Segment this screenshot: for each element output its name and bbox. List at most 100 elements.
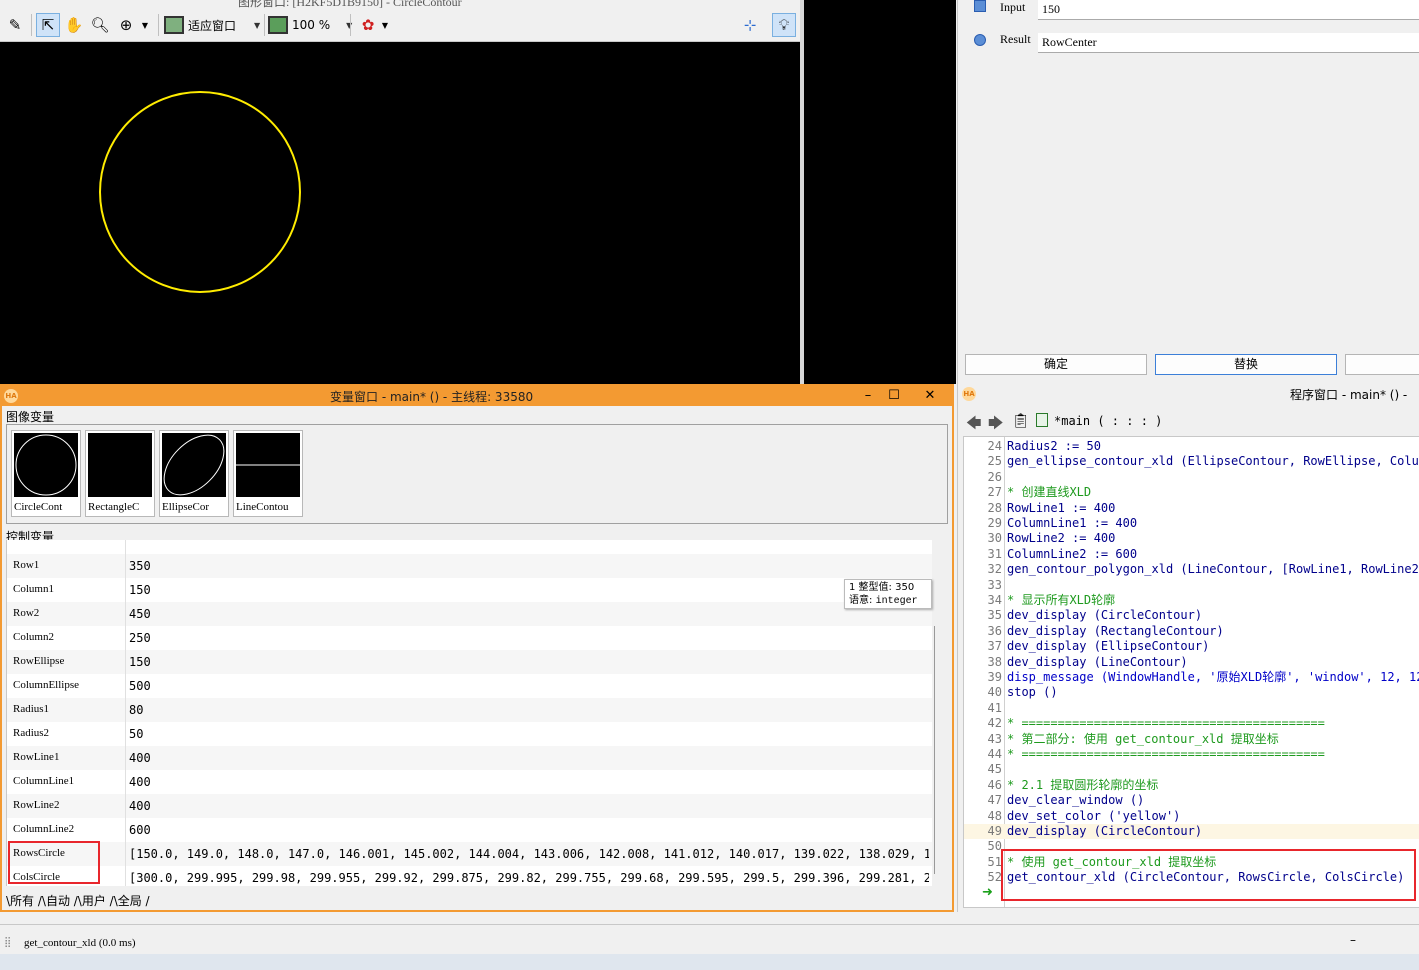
magnifier-icon[interactable]: 🔍︎ (88, 13, 112, 37)
line-number: 29 (987, 516, 1002, 530)
input-field[interactable]: 150 (1038, 0, 1419, 20)
code-text: ColumnLine2 := 600 (1007, 546, 1138, 561)
fit-window-combo[interactable]: 适应窗口 ▼ (164, 14, 260, 36)
code-text: dev_display (CircleContour) (1007, 824, 1203, 838)
variable-value: [150.0, 149.0, 148.0, 147.0, 146.001, 14… (129, 847, 929, 861)
back-arrow-icon[interactable]: 🡄 (966, 413, 982, 438)
variable-row[interactable]: RowEllipse 150 (7, 650, 932, 674)
variable-name: RowEllipse (13, 655, 65, 667)
variable-row[interactable]: ColumnLine2 600 (7, 818, 932, 842)
code-text: * 第二部分: 使用 get_contour_xld 提取坐标 (1007, 731, 1279, 746)
line-number: 32 (987, 562, 1002, 577)
thumbnail-circle-contour[interactable]: CircleCont (11, 430, 81, 517)
variable-row[interactable]: Radius2 50 (7, 722, 932, 746)
code-line[interactable]: 37 dev_display (EllipseContour) (964, 639, 1419, 654)
code-line[interactable]: 30 RowLine2 := 400 (964, 531, 1419, 546)
code-line[interactable]: 32 gen_contour_polygon_xld (LineContour, … (964, 562, 1419, 577)
code-line[interactable]: 39 disp_message (WindowHandle, '原始XLD轮廓',… (964, 670, 1419, 685)
variable-row[interactable]: ColumnEllipse 500 (7, 674, 932, 698)
variable-value: 350 (129, 559, 151, 573)
code-line[interactable]: 25 gen_ellipse_contour_xld (EllipseContou… (964, 454, 1419, 469)
code-line[interactable]: 40 stop () (964, 685, 1419, 700)
minimize-icon[interactable]: – (857, 387, 879, 405)
tooltip-semantic-label: 语意: (849, 595, 873, 606)
graphics-window-title-bar: 图形窗口: [H2KF5D1B9150] - CircleContour (0, 0, 800, 8)
code-line[interactable]: 36 dev_display (RectangleContour) (964, 624, 1419, 639)
variable-row[interactable]: RowLine2 400 (7, 794, 932, 818)
maximize-icon[interactable]: ☐ (883, 387, 905, 405)
code-line[interactable]: 44 * ====================================… (964, 747, 1419, 762)
code-line[interactable]: 34 * 显示所有XLD轮廓 (964, 593, 1419, 608)
axes-icon[interactable]: ⊹ (738, 13, 762, 37)
code-line[interactable]: 42 * ====================================… (964, 716, 1419, 731)
code-text: gen_ellipse_contour_xld (EllipseContour,… (1007, 454, 1419, 469)
code-line[interactable]: 49 dev_display (CircleContour) (964, 824, 1419, 839)
variable-row[interactable]: ColumnLine1 400 (7, 770, 932, 794)
variable-row[interactable]: Column2 250 (7, 626, 932, 650)
highlight-box (1001, 849, 1416, 901)
variable-row[interactable]: Column1 150 (7, 578, 932, 602)
variable-row[interactable]: ColsCircle [300.0, 299.995, 299.98, 299.9… (7, 866, 932, 886)
code-line[interactable]: 33 (964, 578, 1419, 593)
iconic-variables-group: CircleCont RectangleC EllipseCor LineCon… (6, 424, 948, 524)
code-line[interactable]: 24 Radius2 := 50 (964, 439, 1419, 454)
variable-window-title-bar: HA 变量窗口 - main* () - 主线程: 33580 – ☐ ✕ (2, 386, 952, 406)
code-line[interactable]: 41 (964, 701, 1419, 716)
code-line[interactable]: 28 RowLine1 := 400 (964, 501, 1419, 516)
code-line[interactable]: 43 * 第二部分: 使用 get_contour_xld 提取坐标 (964, 732, 1419, 747)
variable-name: Radius2 (13, 727, 50, 739)
thumbnail-line-contour[interactable]: LineContou (233, 430, 303, 517)
graphics-window-title: 图形窗口: [H2KF5D1B9150] - CircleContour (238, 0, 462, 8)
code-line[interactable]: 48 dev_set_color ('yellow') (964, 809, 1419, 824)
code-line[interactable]: 46 * 2.1 提取圆形轮廓的坐标 (964, 778, 1419, 793)
code-line[interactable]: 27 * 创建直线XLD (964, 485, 1419, 500)
extra-button[interactable] (1345, 354, 1419, 375)
graphics-canvas[interactable] (0, 42, 800, 384)
pointer-icon[interactable]: ⇱ (36, 13, 60, 37)
thumbnail-caption: CircleCont (14, 501, 63, 513)
code-line[interactable]: 35 dev_display (CircleContour) (964, 608, 1419, 623)
thumbnail-caption: LineContou (236, 501, 289, 513)
code-line[interactable]: 26 (964, 470, 1419, 485)
line-number: 31 (987, 546, 1002, 561)
variable-row[interactable]: Row1 350 (7, 554, 932, 578)
chevron-down-icon[interactable]: ▼ (138, 13, 152, 37)
line-number: 49 (987, 824, 1002, 838)
minimize-icon[interactable]: – (1350, 933, 1356, 947)
variable-row[interactable]: RowsCircle [150.0, 149.0, 148.0, 147.0, 1… (7, 842, 932, 866)
ok-button[interactable]: 确定 (965, 354, 1147, 375)
circle-contour-display (99, 91, 301, 293)
chevron-down-icon[interactable]: ▼ (378, 13, 392, 37)
variable-row[interactable]: Row2 450 (7, 602, 932, 626)
close-icon[interactable]: ✕ (919, 387, 941, 405)
thumbnail-ellipse-contour[interactable]: EllipseCor (159, 430, 229, 517)
thumbnail-rectangle-contour[interactable]: RectangleC (85, 430, 155, 517)
code-line[interactable]: 38 dev_display (LineContour) (964, 655, 1419, 670)
forward-arrow-icon[interactable]: 🡆 (988, 413, 1004, 438)
variable-value: 150 (129, 583, 151, 597)
replace-button[interactable]: 替换 (1155, 354, 1337, 375)
code-line[interactable]: 47 dev_clear_window () (964, 793, 1419, 808)
code-editor[interactable]: 24 Radius2 := 50 25 gen_ellipse_contour_xld… (963, 436, 1419, 908)
variable-row[interactable]: RowLine1 400 (7, 746, 932, 770)
pencil-icon[interactable]: ✎ (3, 13, 27, 37)
code-line[interactable]: 45 (964, 762, 1419, 777)
variable-filter-tabs[interactable]: \所有 /\自动 /\用户 /\全局 / (6, 892, 150, 909)
zoom-in-icon[interactable]: ⊕ (114, 13, 138, 37)
result-field[interactable]: RowCenter (1038, 33, 1419, 53)
program-counter-icon: ➜ (982, 885, 993, 900)
lightbulb-icon[interactable]: 💡︎ (772, 13, 796, 37)
program-window-title-bar: HA 程序窗口 - main* () - (958, 384, 1419, 404)
clipboard-icon[interactable]: 📋︎ (1012, 413, 1030, 429)
status-bar: ⣿ get_contour_xld (0.0 ms) – (0, 924, 1419, 954)
hand-icon[interactable]: ✋ (62, 13, 86, 37)
code-text: * 显示所有XLD轮廓 (1007, 593, 1116, 607)
procedure-selector[interactable]: *main ( : : : ) (1054, 414, 1162, 428)
zoom-combo[interactable]: 100 % ▼ (268, 14, 352, 36)
vertical-scrollbar[interactable] (934, 626, 942, 874)
color-palette-icon[interactable]: ✿ (356, 13, 380, 37)
input-row: Input 150 (958, 0, 1419, 24)
code-line[interactable]: 29 ColumnLine1 := 400 (964, 516, 1419, 531)
variable-row[interactable]: Radius1 80 (7, 698, 932, 722)
code-line[interactable]: 31 ColumnLine2 := 600 (964, 547, 1419, 562)
